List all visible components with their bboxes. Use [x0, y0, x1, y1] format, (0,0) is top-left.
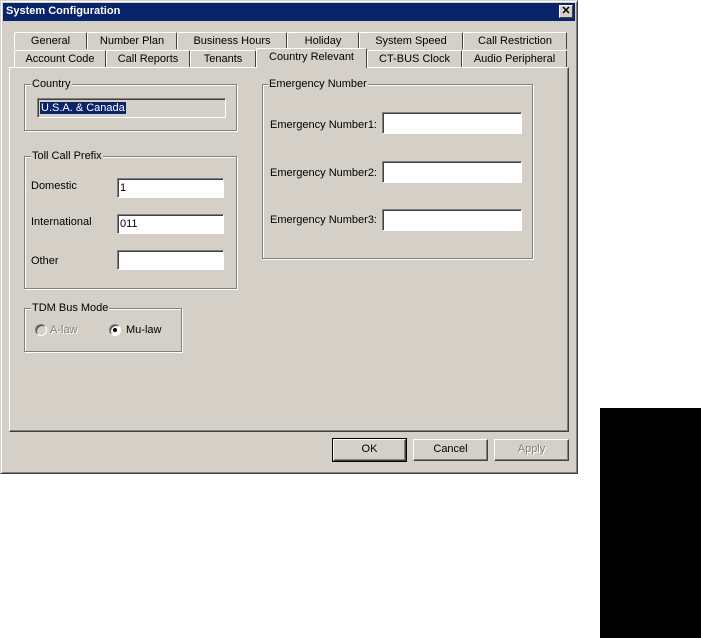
country-field[interactable]: U.S.A. & Canada — [37, 98, 226, 118]
tab-number-plan[interactable]: Number Plan — [87, 32, 177, 49]
tab-label: Audio Peripheral — [473, 53, 556, 65]
country-legend: Country — [31, 78, 72, 90]
international-value: 011 — [120, 218, 138, 230]
window-title: System Configuration — [6, 5, 121, 17]
toll-call-prefix-legend: Toll Call Prefix — [31, 150, 103, 162]
tab-ct-bus-clock[interactable]: CT-BUS Clock — [367, 50, 462, 67]
tab-holiday[interactable]: Holiday — [287, 32, 359, 49]
tab-label: Country Relevant — [269, 51, 354, 63]
ok-button[interactable]: OK — [332, 438, 407, 462]
tab-label: Tenants — [203, 53, 243, 65]
domestic-value: 1 — [120, 182, 127, 194]
tdm-bus-mode-legend: TDM Bus Mode — [31, 302, 110, 314]
tab-label: General — [30, 35, 71, 47]
title-bar[interactable]: System Configuration ✕ — [3, 3, 575, 21]
tab-label: Call Restriction — [478, 35, 552, 47]
tab-label: Number Plan — [99, 35, 165, 47]
tab-call-restriction[interactable]: Call Restriction — [463, 32, 567, 49]
tab-label: Call Reports — [117, 53, 179, 65]
radio-selected-dot — [113, 328, 117, 332]
emergency-number3-label: Emergency Number3: — [270, 214, 377, 226]
emergency-number1-label: Emergency Number1: — [270, 119, 377, 131]
apply-button[interactable]: Apply — [494, 439, 569, 461]
country-value: U.S.A. & Canada — [40, 102, 126, 114]
emergency-number3-field[interactable] — [382, 209, 522, 231]
emergency-number2-label: Emergency Number2: — [270, 167, 377, 179]
tab-label: System Speed — [375, 35, 447, 47]
tab-label: Business Hours — [193, 35, 271, 47]
alaw-radio[interactable] — [35, 324, 47, 336]
international-label: International — [31, 216, 92, 228]
tab-account-code[interactable]: Account Code — [14, 50, 106, 67]
close-icon: ✕ — [561, 5, 571, 17]
mulaw-label: Mu-law — [126, 324, 162, 336]
close-button[interactable]: ✕ — [559, 5, 573, 18]
other-field[interactable] — [117, 250, 224, 270]
tab-label: CT-BUS Clock — [379, 53, 450, 65]
other-label: Other — [31, 255, 59, 267]
tab-system-speed[interactable]: System Speed — [359, 32, 463, 49]
tab-call-reports[interactable]: Call Reports — [106, 50, 190, 67]
tab-audio-peripheral[interactable]: Audio Peripheral — [462, 50, 567, 67]
tab-tenants[interactable]: Tenants — [190, 50, 256, 67]
tab-general[interactable]: General — [14, 32, 87, 49]
black-region — [600, 408, 701, 638]
tab-country-relevant[interactable]: Country Relevant — [256, 48, 367, 68]
emergency-number1-field[interactable] — [382, 112, 522, 134]
domestic-field[interactable]: 1 — [117, 178, 224, 198]
international-field[interactable]: 011 — [117, 214, 224, 234]
tab-label: Account Code — [25, 53, 95, 65]
domestic-label: Domestic — [31, 180, 77, 192]
cancel-button[interactable]: Cancel — [413, 439, 488, 461]
tab-business-hours[interactable]: Business Hours — [177, 32, 287, 49]
alaw-label: A-law — [50, 324, 78, 336]
tab-label: Holiday — [304, 35, 342, 47]
emergency-number-legend: Emergency Number — [268, 78, 368, 90]
emergency-number2-field[interactable] — [382, 161, 522, 183]
mulaw-radio[interactable] — [109, 324, 121, 336]
